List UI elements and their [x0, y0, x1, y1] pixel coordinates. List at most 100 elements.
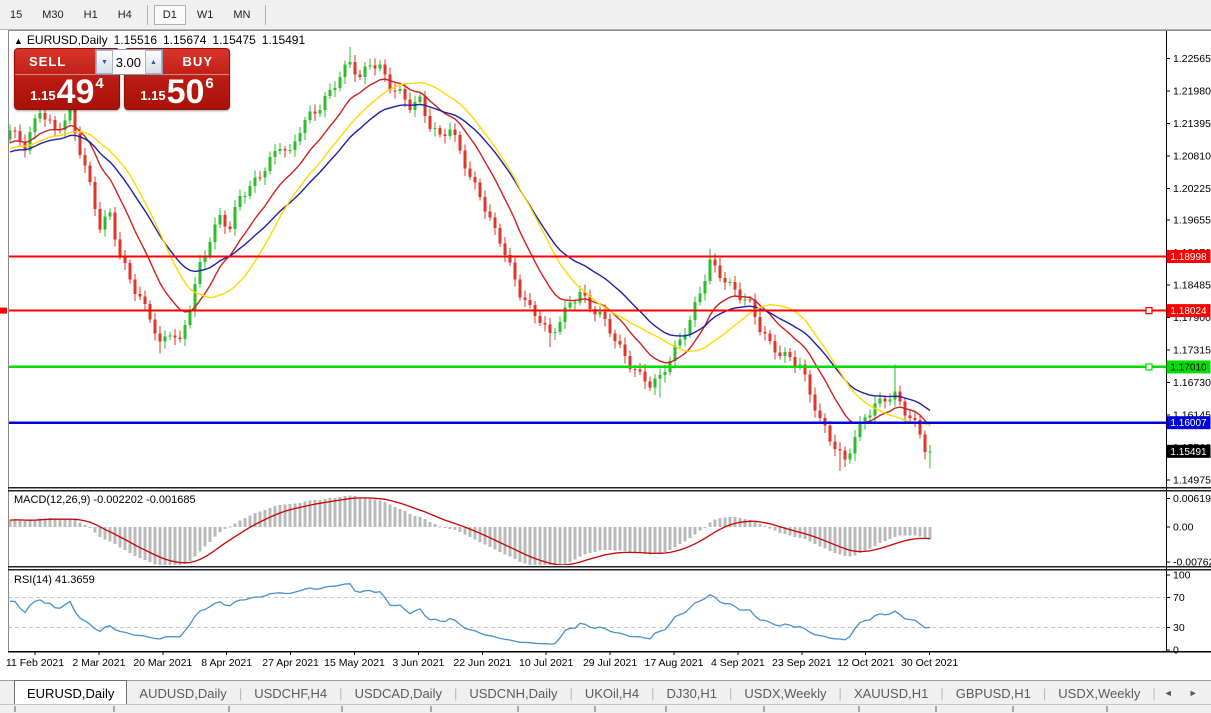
panel-notch — [935, 706, 937, 712]
one-click-trading-widget: SELL 1.15494 BUY 1.15506 ▼ 3.00 ▲ — [14, 48, 230, 108]
y-axis-label: 1.19655 — [1173, 215, 1211, 227]
ohlc-low: 1.15475 — [212, 33, 255, 47]
tab-usdx-weekly[interactable]: USDX,Weekly — [1046, 681, 1152, 705]
bid-price: 1.15494 — [15, 75, 119, 109]
panel-notch — [858, 706, 860, 712]
panel-notch — [228, 706, 230, 712]
x-axis-date-label: 23 Sep 2021 — [772, 657, 832, 669]
level-price-label: 1.15491 — [1170, 447, 1207, 458]
tab-usdcad-daily[interactable]: USDCAD,Daily — [343, 681, 454, 705]
panel-notch — [430, 706, 432, 712]
level-handle[interactable] — [1146, 364, 1152, 370]
y-axis-label: 1.17315 — [1173, 345, 1211, 357]
level-price-label: 1.16007 — [1170, 418, 1207, 429]
panel-notch — [517, 706, 519, 712]
rsi-axis-label: 0 — [1173, 645, 1179, 657]
y-axis-label: 1.14975 — [1173, 475, 1211, 487]
timeframe-h4-button[interactable]: H4 — [109, 5, 141, 25]
timeframe-15-button[interactable]: 15 — [1, 5, 31, 25]
ask-price-big: 50 — [167, 77, 205, 107]
bid-price-big: 49 — [57, 77, 95, 107]
macd-header: MACD(12,26,9) -0.002202 -0.001685 — [14, 494, 196, 506]
panel-notch — [1012, 706, 1014, 712]
rsi-header: RSI(14) 41.3659 — [14, 574, 95, 586]
tab-audusd-daily[interactable]: AUDUSD,Daily — [127, 681, 238, 705]
panel-notch — [341, 706, 343, 712]
y-axis-label: 1.21395 — [1173, 118, 1211, 130]
macd-axis-label: 0.00 — [1173, 522, 1194, 534]
x-axis-date-label: 29 Jul 2021 — [583, 657, 637, 669]
rsi-axis-label: 70 — [1173, 592, 1185, 604]
x-axis-date-label: 3 Jun 2021 — [392, 657, 444, 669]
tab-gbpusd-h1[interactable]: GBPUSD,H1 — [944, 681, 1043, 705]
y-axis-label: 1.18485 — [1173, 280, 1211, 292]
bid-price-pip: 4 — [95, 75, 103, 92]
chart-symbol: EURUSD,Daily — [27, 33, 108, 47]
panel-notch — [1106, 706, 1108, 712]
timeframe-toolbar: 15M30H1H4 D1W1MN — [0, 0, 1211, 30]
level-handle[interactable] — [1146, 308, 1152, 314]
ask-price-pip: 6 — [205, 75, 213, 92]
x-axis-date-label: 12 Oct 2021 — [837, 657, 894, 669]
tab-eurusd-daily[interactable]: EURUSD,Daily — [14, 680, 127, 705]
timeframe-mn-button[interactable]: MN — [224, 5, 259, 25]
level-price-label: 1.18024 — [1170, 306, 1207, 317]
ohlc-close: 1.15491 — [262, 33, 305, 47]
x-axis-date-label: 10 Jul 2021 — [519, 657, 573, 669]
rsi-axis-label: 100 — [1173, 570, 1191, 582]
tab-usdchf-h4[interactable]: USDCHF,H4 — [242, 681, 339, 705]
ohlc-open: 1.15516 — [114, 33, 157, 47]
panel-notch — [594, 706, 596, 712]
x-axis-date-label: 8 Apr 2021 — [201, 657, 252, 669]
macd-axis-label: -0.00762 — [1173, 557, 1211, 569]
ask-price: 1.15506 — [125, 75, 229, 109]
rsi-axis-label: 30 — [1173, 622, 1185, 634]
x-axis-date-label: 15 May 2021 — [324, 657, 385, 669]
panel-notch — [665, 706, 667, 712]
level-price-label: 1.17010 — [1170, 362, 1207, 373]
bid-price-prefix: 1.15 — [30, 88, 55, 103]
x-axis-date-label: 4 Sep 2021 — [711, 657, 765, 669]
timeframe-w1-button[interactable]: W1 — [188, 5, 223, 25]
toolbar-separator — [147, 5, 148, 25]
volume-increase-button[interactable]: ▲ — [145, 50, 162, 74]
y-axis-label: 1.20810 — [1173, 150, 1211, 162]
tab-usdcnh-daily[interactable]: USDCNH,Daily — [457, 681, 569, 705]
x-axis-date-label: 11 Feb 2021 — [6, 657, 64, 669]
tab-xauusd-h1[interactable]: XAUUSD,H1 — [842, 681, 940, 705]
timeframe-h1-button[interactable]: H1 — [75, 5, 107, 25]
panel-notch — [14, 706, 16, 712]
level-price-label: 1.18998 — [1170, 252, 1207, 263]
tab-usdx-weekly[interactable]: USDX,Weekly — [732, 681, 838, 705]
chart-tab-bar: EURUSD,DailyAUDUSD,Daily|USDCHF,H4|USDCA… — [0, 680, 1211, 705]
macd-axis-label: 0.006193 — [1173, 493, 1211, 505]
collapse-arrow-icon[interactable]: ▲ — [14, 36, 23, 46]
y-axis-label: 1.20225 — [1173, 183, 1211, 195]
x-axis-date-label: 30 Oct 2021 — [901, 657, 958, 669]
volume-spinner: ▼ 3.00 ▲ — [95, 49, 163, 75]
x-axis-date-label: 20 Mar 2021 — [133, 657, 192, 669]
timeframe-m30-button[interactable]: M30 — [33, 5, 72, 25]
volume-decrease-button[interactable]: ▼ — [96, 50, 113, 74]
panel-notch — [113, 706, 115, 712]
y-axis-label: 1.21980 — [1173, 85, 1211, 97]
x-axis-date-label: 17 Aug 2021 — [645, 657, 704, 669]
level-left-anchor — [0, 308, 7, 314]
volume-field[interactable]: 3.00 — [113, 50, 145, 74]
toolbar-separator — [265, 5, 266, 25]
tab-dj30-h1[interactable]: DJ30,H1 — [654, 681, 729, 705]
x-axis-date-label: 27 Apr 2021 — [262, 657, 319, 669]
timeframe-d1-button[interactable]: D1 — [154, 5, 186, 25]
ohlc-high: 1.15674 — [163, 33, 206, 47]
chart-background — [0, 30, 1211, 680]
tab-scroll-right-icon[interactable]: ► — [1181, 688, 1206, 698]
x-axis-date-label: 22 Jun 2021 — [453, 657, 511, 669]
tab-ukoil-h4[interactable]: UKOil,H4 — [573, 681, 651, 705]
y-axis-label: 1.22565 — [1173, 53, 1211, 65]
y-axis-label: 1.16730 — [1173, 377, 1211, 389]
panel-notch — [763, 706, 765, 712]
ask-price-prefix: 1.15 — [140, 88, 165, 103]
x-axis-date-label: 2 Mar 2021 — [72, 657, 125, 669]
chart-title: ▲ EURUSD,Daily 1.15516 1.15674 1.15475 1.1549… — [14, 33, 311, 47]
tab-scroll-left-icon[interactable]: ◄ — [1156, 688, 1181, 698]
